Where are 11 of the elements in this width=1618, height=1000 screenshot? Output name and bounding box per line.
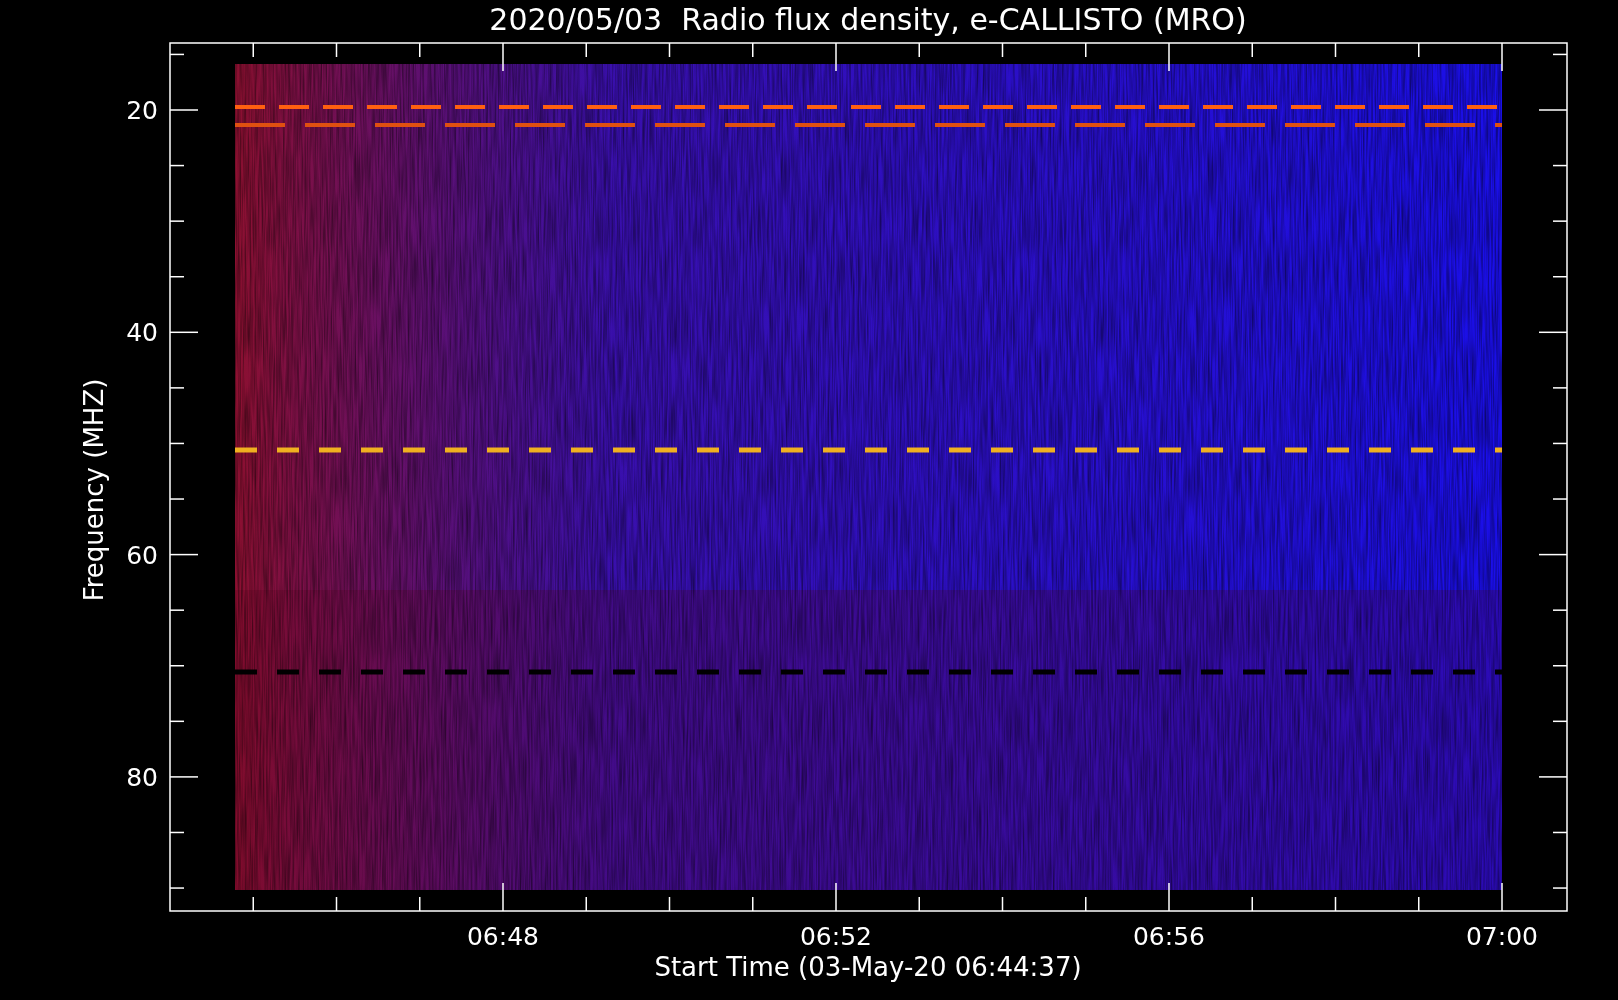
- x-tick-label: 06:56: [1133, 922, 1205, 951]
- y-tick-label: 20: [126, 96, 158, 125]
- x-tick-label: 06:52: [800, 922, 872, 951]
- y-tick-label: 60: [126, 540, 158, 570]
- y-tick-label: 40: [126, 318, 158, 348]
- chart-title: 2020/05/03 Radio flux density, e-CALLISTO (MRO): [489, 2, 1247, 37]
- x-tick-label: 06:48: [467, 922, 539, 951]
- y-tick-label: 80: [126, 762, 158, 792]
- x-tick-label: 07:00: [1466, 922, 1538, 951]
- y-axis-label: Frequency (MHZ): [79, 378, 109, 602]
- x-axis-label: Start Time (03-May-20 06:44:37): [654, 952, 1082, 982]
